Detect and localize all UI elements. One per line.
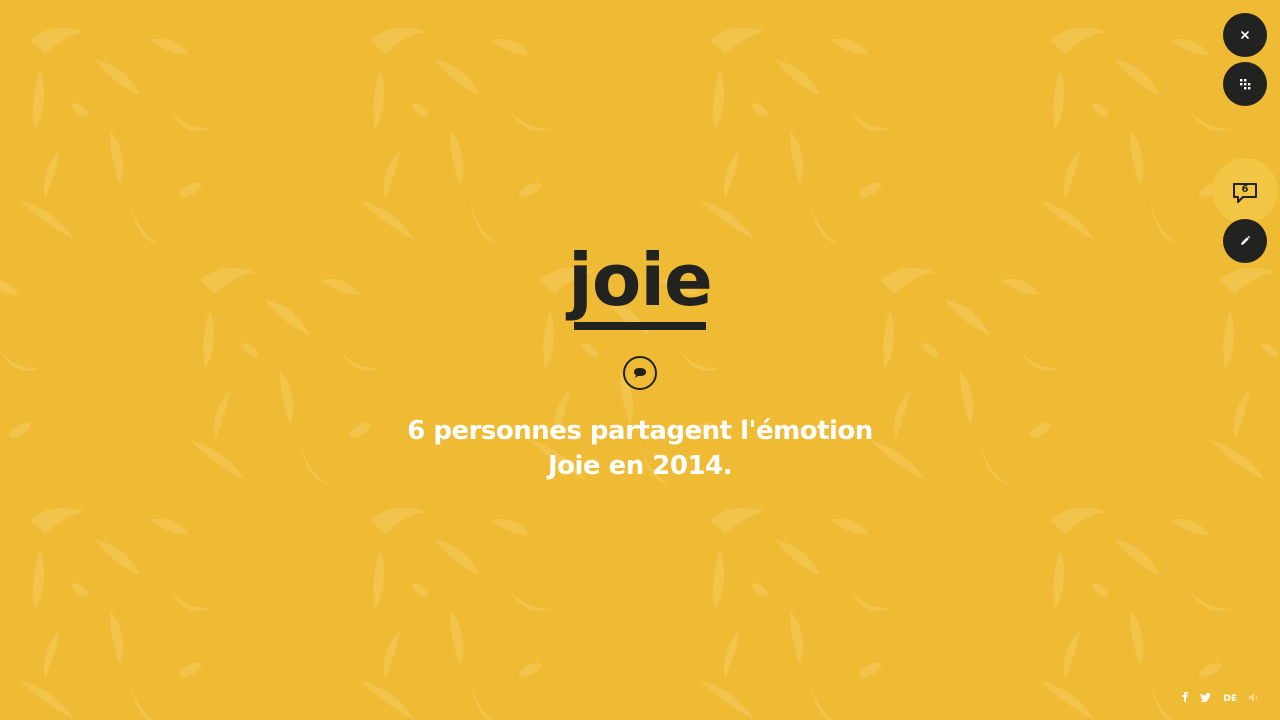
close-icon [1241, 31, 1249, 39]
comment-count: 6 [1241, 184, 1249, 195]
pencil-icon [1241, 235, 1251, 245]
sound-icon[interactable] [1249, 692, 1260, 706]
language-switch[interactable]: DE [1223, 693, 1237, 705]
comments-button[interactable]: 6 [1212, 158, 1278, 224]
menu-button[interactable] [1223, 62, 1267, 106]
statement-line-2: Joie en 2014. [547, 451, 733, 481]
close-button[interactable] [1223, 13, 1267, 57]
emotion-title: joie [568, 238, 713, 322]
facebook-icon[interactable] [1182, 692, 1189, 706]
grid-dots-icon [1240, 79, 1251, 90]
speech-bubble-icon [623, 356, 657, 390]
footer-toolbar: DE [1182, 692, 1260, 706]
emotion-statement: 6 personnes partagent l'émotion Joie en … [0, 414, 1280, 484]
twitter-icon[interactable] [1200, 692, 1212, 706]
statement-line-1: 6 personnes partagent l'émotion [407, 416, 873, 446]
emotion-panel: joie 6 personnes partagent l'émotion Joi… [0, 0, 1280, 720]
write-button[interactable] [1223, 219, 1267, 263]
emotion-title-underline [574, 322, 706, 330]
